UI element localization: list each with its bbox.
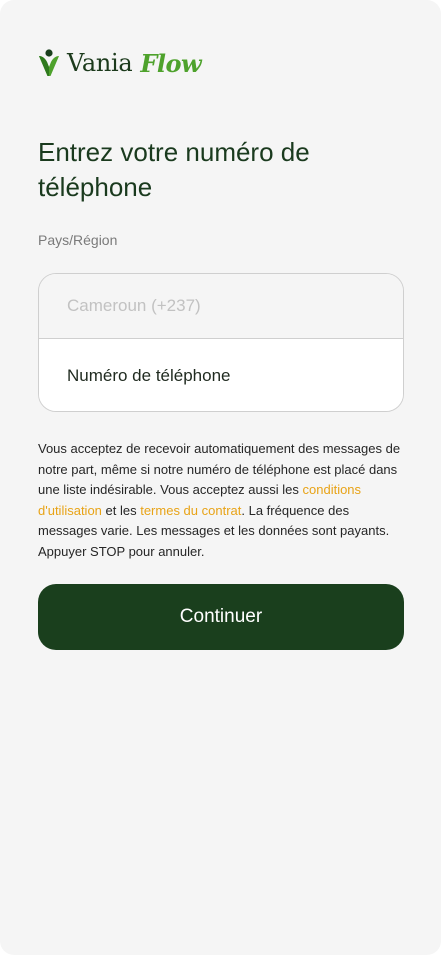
country-select[interactable]: Cameroun (+237)	[39, 274, 403, 339]
consent-text-part2: et les	[101, 502, 141, 518]
login-screen: Vania Flow Entrez votre numéro de téléph…	[0, 0, 441, 955]
continue-button[interactable]: Continuer	[38, 584, 404, 650]
country-label: Pays/Région	[38, 232, 118, 248]
phone-input-group: Cameroun (+237)	[38, 273, 404, 412]
leaf-v-icon	[39, 49, 59, 76]
page-title: Entrez votre numéro de téléphone	[38, 137, 310, 202]
logo-accent: Flow	[140, 48, 202, 78]
app-logo: Vania Flow	[38, 48, 202, 78]
contract-terms-link[interactable]: termes du contrat	[140, 503, 241, 518]
phone-number-input[interactable]	[39, 339, 403, 411]
consent-text: Vous acceptez de recevoir automatiquemen…	[38, 439, 406, 562]
logo-wordmark: Vania	[67, 49, 133, 77]
country-select-placeholder: Cameroun (+237)	[67, 296, 201, 315]
